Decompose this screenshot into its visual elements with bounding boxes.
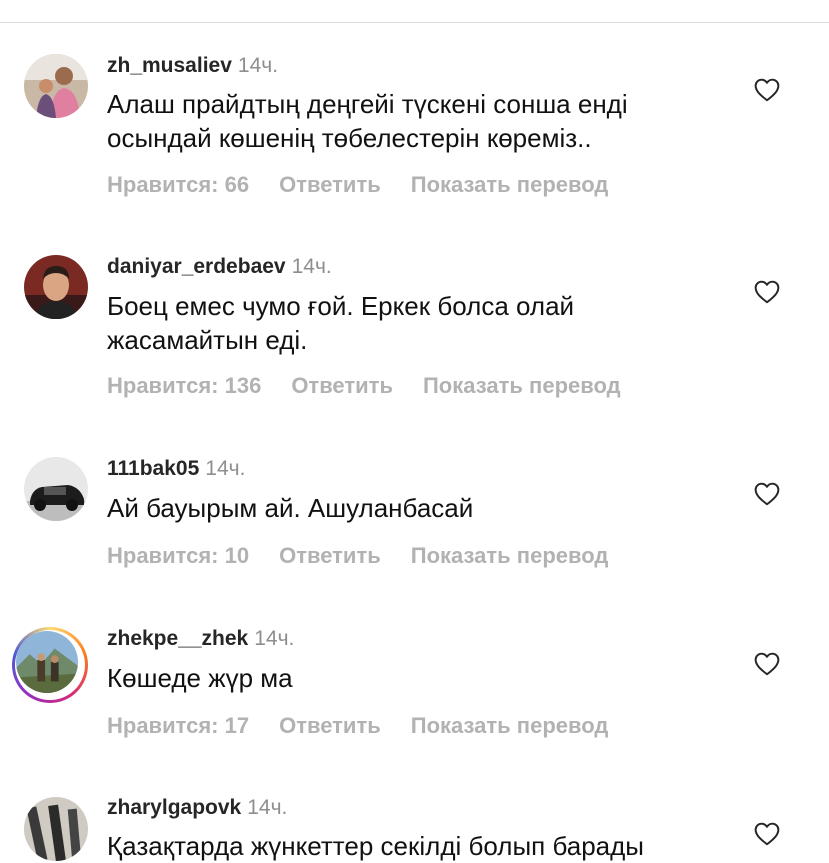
avatar (16, 631, 78, 693)
comment-time: 14ч. (254, 627, 295, 650)
comment-time: 14ч. (291, 255, 332, 278)
comment-time: 14ч. (237, 54, 279, 77)
likes-count[interactable]: Нравится: 66 (107, 172, 249, 197)
reply-button[interactable]: Ответить (279, 713, 381, 738)
translate-button[interactable]: Показать перевод (411, 172, 609, 197)
likes-count[interactable]: Нравится: 10 (107, 543, 249, 568)
comment-text: Алаш прайдтың деңгейі түскені сонша енді… (107, 89, 628, 153)
comment-username[interactable]: zh_musaliev (107, 54, 232, 77)
comment-text: Боец емес чумо ғой. Еркек болса олай жас… (107, 291, 575, 355)
comment-username[interactable]: zharylgapovk (107, 796, 241, 819)
comment-text: Көшеде жүр ма (107, 663, 293, 693)
likes-count[interactable]: Нравится: 17 (107, 713, 249, 738)
comment-username[interactable]: zhekpe__zhek (107, 627, 248, 650)
like-heart-icon[interactable] (754, 280, 780, 304)
like-heart-icon[interactable] (754, 652, 780, 676)
comment-time: 14ч. (205, 457, 246, 480)
comment-text: Қазақтарда жүнкеттер секілді болып барад… (107, 831, 644, 861)
reply-button[interactable]: Ответить (291, 373, 393, 398)
comment-text: Ай бауырым ай. Ашуланбасай (107, 493, 474, 523)
avatar[interactable] (24, 255, 88, 319)
like-heart-icon[interactable] (754, 822, 780, 846)
like-heart-icon[interactable] (754, 78, 780, 102)
comment-username[interactable]: 111bak05 (107, 457, 199, 480)
reply-button[interactable]: Ответить (279, 543, 381, 568)
reply-button[interactable]: Ответить (279, 172, 381, 197)
translate-button[interactable]: Показать перевод (411, 713, 609, 738)
avatar[interactable] (24, 54, 88, 118)
story-ring-avatar[interactable] (12, 627, 88, 703)
comment-time: 14ч. (247, 796, 288, 819)
like-heart-icon[interactable] (754, 482, 780, 506)
translate-button[interactable]: Показать перевод (423, 373, 621, 398)
top-divider (0, 22, 829, 23)
avatar[interactable] (24, 797, 88, 861)
translate-button[interactable]: Показать перевод (411, 543, 609, 568)
likes-count[interactable]: Нравится: 136 (107, 373, 261, 398)
avatar[interactable] (24, 457, 88, 521)
comment-username[interactable]: daniyar_erdebaev (107, 255, 286, 278)
